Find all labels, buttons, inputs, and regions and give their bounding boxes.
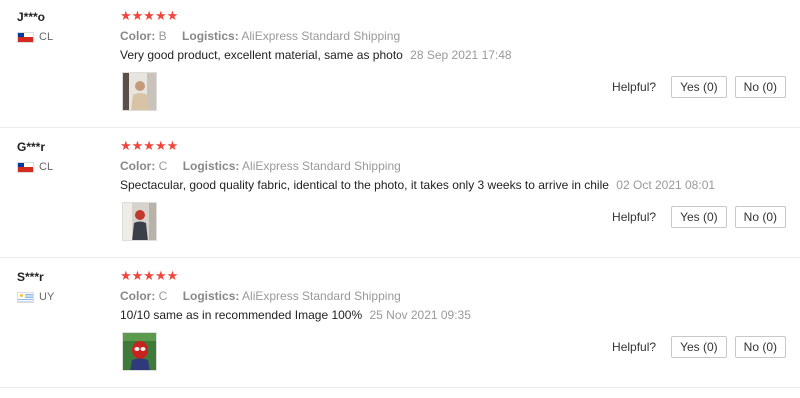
review-photo-thumbnail[interactable] bbox=[122, 202, 157, 241]
review-meta: Color: B Logistics: AliExpress Standard … bbox=[120, 29, 412, 43]
review-photo-thumbnail[interactable] bbox=[122, 72, 157, 111]
color-label: Color: bbox=[120, 29, 156, 43]
star-rating: ★★★★★ bbox=[120, 269, 178, 283]
chile-flag-icon bbox=[17, 161, 34, 173]
review-text: Spectacular, good quality fabric, identi… bbox=[120, 178, 715, 192]
review-date: 28 Sep 2021 17:48 bbox=[410, 48, 512, 62]
reviewer-name: G***r bbox=[17, 140, 46, 154]
logistics-value: AliExpress Standard Shipping bbox=[242, 159, 401, 173]
review-body: Very good product, excellent material, s… bbox=[120, 48, 403, 62]
star-rating-icons: ★★★★★ bbox=[120, 8, 179, 23]
review-meta: Color: C Logistics: AliExpress Standard … bbox=[120, 289, 413, 303]
country-code: CL bbox=[39, 31, 54, 43]
review-item: G***r CL ★★★★★ Color: C Logistics: AliEx… bbox=[0, 130, 800, 258]
star-rating: ★★★★★ bbox=[120, 139, 178, 153]
helpful-no-button[interactable]: No (0) bbox=[734, 336, 786, 358]
country-code: UY bbox=[39, 291, 55, 303]
helpful-label: Helpful? bbox=[612, 80, 657, 94]
review-body: 10/10 same as in recommended Image 100% bbox=[120, 308, 363, 322]
helpful-yes-button[interactable]: Yes (0) bbox=[671, 336, 727, 358]
review-text: Very good product, excellent material, s… bbox=[120, 48, 512, 62]
reviewer-name: J***o bbox=[17, 10, 46, 24]
reviewer-country: CL bbox=[17, 31, 53, 43]
helpful-vote: Helpful? Yes (0) No (0) bbox=[612, 76, 786, 98]
color-value: C bbox=[158, 159, 168, 173]
review-text: 10/10 same as in recommended Image 100% … bbox=[120, 308, 471, 322]
color-label: Color: bbox=[120, 159, 156, 173]
logistics-value: AliExpress Standard Shipping bbox=[242, 289, 401, 303]
helpful-label: Helpful? bbox=[612, 210, 657, 224]
helpful-label: Helpful? bbox=[612, 340, 657, 354]
review-item: S***r UY ★★★★★ Color: C Logistics: AliEx… bbox=[0, 260, 800, 388]
helpful-yes-button[interactable]: Yes (0) bbox=[671, 206, 727, 228]
country-code: CL bbox=[39, 161, 54, 173]
logistics-label: Logistics: bbox=[182, 29, 239, 43]
color-label: Color: bbox=[120, 289, 156, 303]
color-value: C bbox=[158, 289, 168, 303]
uruguay-flag-icon bbox=[17, 291, 34, 303]
review-meta: Color: C Logistics: AliExpress Standard … bbox=[120, 159, 413, 173]
star-rating-icons: ★★★★★ bbox=[120, 138, 179, 153]
helpful-no-button[interactable]: No (0) bbox=[734, 206, 786, 228]
star-rating-icons: ★★★★★ bbox=[120, 268, 179, 283]
review-body: Spectacular, good quality fabric, identi… bbox=[120, 178, 609, 192]
reviewer-country: UY bbox=[17, 291, 54, 303]
chile-flag-icon bbox=[17, 31, 34, 43]
reviewer-name: S***r bbox=[17, 270, 44, 284]
logistics-label: Logistics: bbox=[182, 159, 240, 173]
review-photo-thumbnail[interactable] bbox=[122, 332, 157, 371]
helpful-vote: Helpful? Yes (0) No (0) bbox=[612, 206, 786, 228]
review-date: 25 Nov 2021 09:35 bbox=[369, 308, 471, 322]
helpful-yes-button[interactable]: Yes (0) bbox=[671, 76, 727, 98]
helpful-vote: Helpful? Yes (0) No (0) bbox=[612, 336, 786, 358]
review-date: 02 Oct 2021 08:01 bbox=[616, 178, 716, 192]
reviewer-country: CL bbox=[17, 161, 53, 173]
logistics-label: Logistics: bbox=[182, 289, 240, 303]
color-value: B bbox=[158, 29, 167, 43]
logistics-value: AliExpress Standard Shipping bbox=[241, 29, 401, 43]
helpful-no-button[interactable]: No (0) bbox=[734, 76, 786, 98]
review-item: J***o CL ★★★★★ Color: B Logistics: AliEx… bbox=[0, 0, 800, 128]
star-rating: ★★★★★ bbox=[120, 9, 178, 23]
